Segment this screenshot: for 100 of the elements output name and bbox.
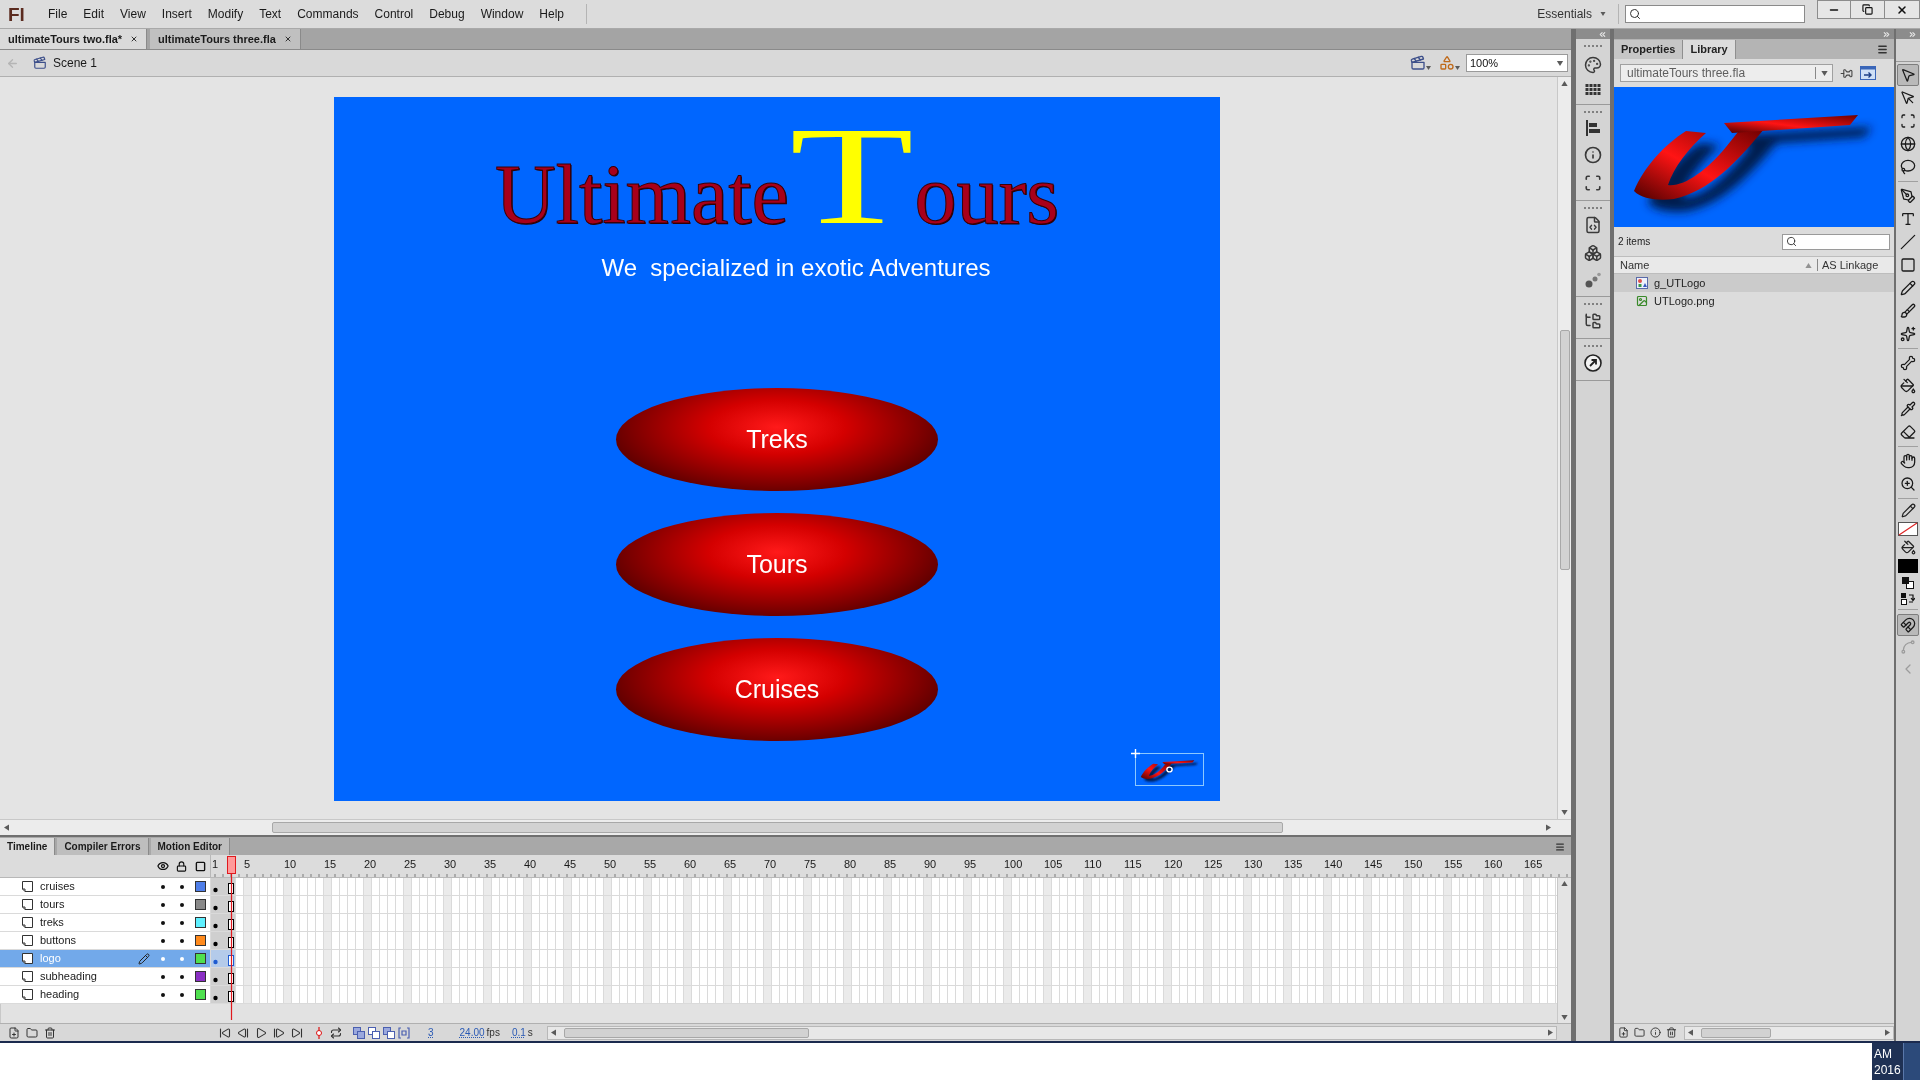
document-tab[interactable]: ultimateTours three.fla: [150, 29, 301, 49]
shapes-icon[interactable]: [1439, 55, 1455, 71]
right-arrow-icon[interactable]: [1546, 824, 1551, 831]
step-back-icon[interactable]: [237, 1026, 249, 1039]
pin-icon[interactable]: [1840, 66, 1853, 80]
layer-row[interactable]: tours: [0, 896, 211, 914]
layer-color-swatch[interactable]: [195, 917, 206, 928]
menu-item[interactable]: Edit: [75, 3, 113, 25]
dot-icon[interactable]: [179, 974, 184, 979]
lock-icon[interactable]: [176, 860, 187, 872]
folder-icon[interactable]: [1634, 1027, 1645, 1038]
panel-tab[interactable]: Compiler Errors: [57, 838, 149, 855]
panel-tab[interactable]: Motion Editor: [150, 838, 230, 855]
dot-icon[interactable]: [179, 902, 184, 907]
left-arrow-icon[interactable]: [1688, 1029, 1693, 1036]
code-file-icon[interactable]: [1584, 216, 1602, 234]
panel-menu-icon[interactable]: [1555, 842, 1565, 852]
palette-icon[interactable]: [1584, 56, 1602, 74]
frame-marker-icon[interactable]: [315, 1026, 323, 1039]
left-arrow-icon[interactable]: [550, 1029, 556, 1036]
scroll-thumb[interactable]: [1559, 330, 1570, 570]
up-arrow-icon[interactable]: [1561, 81, 1568, 86]
file-plus-icon[interactable]: [1618, 1027, 1629, 1038]
close-icon[interactable]: [283, 35, 292, 43]
minimize-button[interactable]: [1817, 0, 1851, 19]
cubes-icon[interactable]: [1584, 244, 1602, 262]
overlapping-squares-icon[interactable]: [353, 1026, 365, 1039]
layer-row[interactable]: heading: [0, 986, 211, 1004]
fill-swatch-icon[interactable]: [1898, 559, 1918, 573]
default-colors-icon[interactable]: [1902, 577, 1914, 589]
dot-icon[interactable]: [160, 884, 165, 889]
layer-color-swatch[interactable]: [195, 899, 206, 910]
menu-item[interactable]: Commands: [289, 3, 367, 25]
scene-label[interactable]: Scene 1: [53, 54, 98, 72]
pencil-icon[interactable]: [1900, 503, 1916, 518]
trash-icon[interactable]: [1666, 1027, 1677, 1038]
dot-icon[interactable]: [160, 920, 165, 925]
search-field[interactable]: [1625, 5, 1805, 23]
magnet-icon[interactable]: [1897, 614, 1919, 636]
play-icon[interactable]: [255, 1026, 267, 1039]
layer-row[interactable]: buttons: [0, 932, 211, 950]
zoom-field[interactable]: 100%: [1466, 54, 1568, 72]
menu-item[interactable]: Modify: [199, 3, 252, 25]
layer-row[interactable]: cruises: [0, 878, 211, 896]
skip-back-icon[interactable]: [219, 1026, 231, 1039]
up-arrow-icon[interactable]: [1561, 881, 1568, 886]
horizontal-scrollbar[interactable]: [1684, 1025, 1894, 1040]
dot-icon[interactable]: [160, 992, 165, 997]
item-name[interactable]: UTLogo.png: [1654, 292, 1715, 310]
vertical-scrollbar[interactable]: [1557, 878, 1571, 1023]
caret-icon[interactable]: [1556, 60, 1564, 66]
align-icon[interactable]: [1585, 120, 1601, 136]
library-dropdown[interactable]: ultimateTours three.fla: [1620, 64, 1833, 82]
horizontal-scrollbar[interactable]: [0, 819, 1571, 835]
new-window-icon[interactable]: [1860, 66, 1876, 80]
frame-rate[interactable]: 24.00: [459, 1025, 485, 1040]
layer-color-swatch[interactable]: [195, 989, 206, 1000]
vertical-scrollbar[interactable]: [1557, 77, 1571, 819]
scroll-thumb[interactable]: [1701, 1027, 1771, 1038]
menu-item[interactable]: View: [112, 3, 154, 25]
panel-tab[interactable]: Properties: [1614, 40, 1684, 59]
caret-icon[interactable]: [1600, 12, 1606, 16]
layer-name[interactable]: heading: [40, 986, 137, 1003]
right-arrow-icon[interactable]: [1548, 1029, 1553, 1036]
dot-icon[interactable]: [179, 992, 184, 997]
layer-name[interactable]: treks: [40, 914, 137, 931]
layer-name[interactable]: subheading: [40, 968, 137, 985]
dot-icon[interactable]: [160, 938, 165, 943]
layer-row[interactable]: subheading: [0, 968, 211, 986]
dot-icon[interactable]: [179, 938, 184, 943]
layer-name[interactable]: buttons: [40, 932, 137, 949]
step-forward-icon[interactable]: [273, 1026, 285, 1039]
dots-icon[interactable]: [1585, 272, 1601, 288]
item-name[interactable]: g_UTLogo: [1654, 274, 1706, 292]
right-arrow-icon[interactable]: [1885, 1029, 1890, 1036]
column-header[interactable]: AS Linkage: [1818, 256, 1894, 274]
panel-tab[interactable]: Library: [1683, 40, 1736, 59]
dot-icon[interactable]: [179, 884, 184, 889]
loop-icon[interactable]: [329, 1026, 343, 1039]
swoosh-logo[interactable]: [1135, 753, 1204, 786]
workspace-switcher[interactable]: Essentials: [1531, 3, 1612, 25]
dot-icon[interactable]: [160, 974, 165, 979]
horizontal-scrollbar[interactable]: [546, 1025, 1557, 1040]
panel-menu-icon[interactable]: [1877, 44, 1888, 55]
current-frame[interactable]: 3: [428, 1025, 434, 1040]
menu-item[interactable]: Insert: [153, 3, 200, 25]
paint-bucket-icon[interactable]: [1900, 540, 1916, 555]
elapsed-time[interactable]: 0.1: [511, 1025, 526, 1040]
caret-icon[interactable]: [1426, 66, 1431, 70]
eye-icon[interactable]: [156, 860, 169, 872]
layer-name[interactable]: tours: [40, 896, 137, 913]
layer-color-swatch[interactable]: [195, 881, 206, 892]
library-item[interactable]: UTLogo.png: [1614, 292, 1894, 310]
layer-name[interactable]: cruises: [40, 878, 137, 895]
trash-icon[interactable]: [44, 1026, 56, 1039]
column-header[interactable]: Name: [1614, 256, 1804, 274]
skip-forward-icon[interactable]: [291, 1026, 303, 1039]
menu-item[interactable]: Control: [366, 3, 422, 25]
playhead[interactable]: [226, 856, 236, 1020]
down-arrow-icon[interactable]: [1561, 810, 1568, 815]
